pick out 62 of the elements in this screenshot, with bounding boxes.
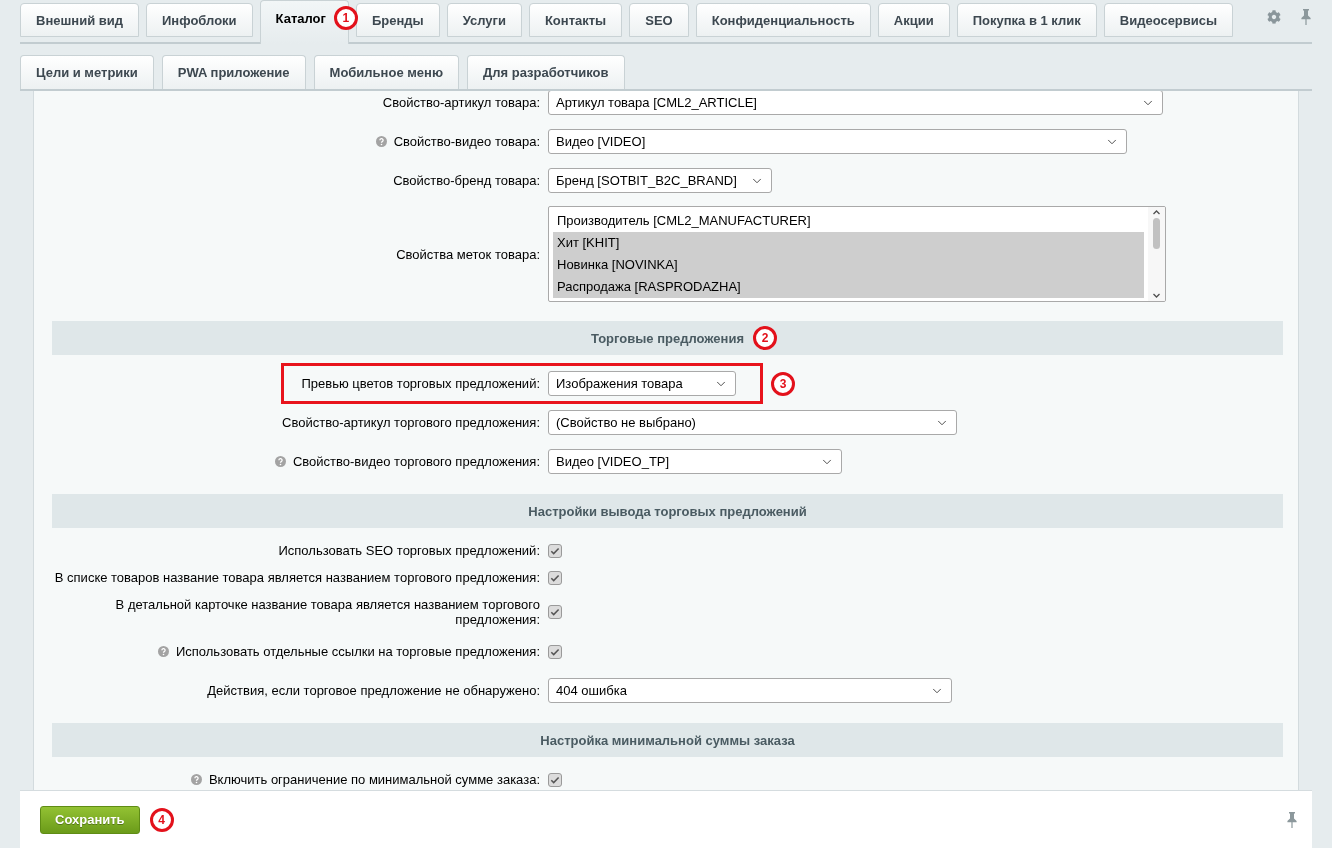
scrollbar[interactable] <box>1148 207 1165 301</box>
annotation-marker: 3 <box>771 371 795 396</box>
checkmark-icon <box>550 646 560 657</box>
settings-icon[interactable] <box>1267 10 1281 24</box>
checkbox[interactable] <box>548 644 562 659</box>
tab[interactable]: Конфиденциальность <box>695 3 871 37</box>
tab[interactable]: Цели и метрики <box>20 55 154 89</box>
checkmark-icon <box>550 774 560 785</box>
dropdown[interactable]: Бренд [SOTBIT_B2C_BRAND] <box>548 168 772 193</box>
tab[interactable]: Контакты <box>528 3 623 37</box>
checkbox[interactable] <box>548 605 562 619</box>
tab[interactable]: Услуги <box>446 3 522 37</box>
field-label: Включить ограничение по минимальной сумме заказа: <box>208 772 540 787</box>
field-label: Использовать отдельные ссылки на торговые предложения: <box>175 644 540 659</box>
list-option[interactable]: Новинка [NOVINKA] <box>553 254 1144 276</box>
tab[interactable]: Акции <box>877 3 950 37</box>
tab[interactable]: Мобильное меню <box>313 55 460 89</box>
checkmark-icon <box>550 607 560 617</box>
tab[interactable]: Бренды <box>355 3 440 37</box>
help-icon[interactable] <box>375 136 387 147</box>
dropdown[interactable]: Видео [VIDEO] <box>548 129 1127 154</box>
dropdown[interactable]: 404 ошибка <box>548 678 952 703</box>
list-option[interactable]: Распродажа [RASPRODAZHA] <box>553 276 1144 298</box>
tab[interactable]: Для разработчиков <box>467 55 625 89</box>
tab[interactable]: Внешний вид <box>20 3 139 37</box>
annotation-marker: 2 <box>753 326 777 350</box>
help-icon[interactable] <box>274 456 286 467</box>
help-icon[interactable] <box>190 774 202 785</box>
checkbox[interactable] <box>548 772 562 787</box>
list-option[interactable]: Хит [KHIT] <box>553 232 1144 254</box>
checkbox[interactable] <box>548 543 562 558</box>
dropdown[interactable]: Изображения товара <box>548 371 736 396</box>
field-label: Превью цветов торговых предложений: <box>301 376 540 391</box>
tab[interactable]: Покупка в 1 клик <box>956 3 1097 37</box>
field-label: Свойства меток товара: <box>396 246 540 262</box>
tab[interactable]: Видеосервисы <box>1103 3 1234 37</box>
dropdown[interactable]: Видео [VIDEO_TP] <box>548 449 842 474</box>
tab[interactable]: PWA приложение <box>161 55 306 89</box>
section-title: Торговые предложения <box>591 330 744 346</box>
checkbox[interactable] <box>548 570 562 585</box>
annotation-marker: 4 <box>149 807 174 832</box>
field-label: Действия, если торговое предложение не обнаружено: <box>207 683 540 698</box>
checkmark-icon <box>550 572 560 583</box>
dropdown[interactable]: (Свойство не выбрано) <box>548 410 957 435</box>
field-label: Свойство-бренд товара: <box>393 173 540 188</box>
help-icon[interactable] <box>157 646 169 657</box>
pin-icon[interactable] <box>1300 9 1312 25</box>
tab[interactable]: SEO <box>629 3 689 37</box>
field-label: Свойство-видео товара: <box>393 134 540 149</box>
field-label: Свойство-артикул торгового предложения: <box>282 415 540 430</box>
field-label: Свойство-артикул товара: <box>382 95 540 110</box>
section-title: Настройки вывода торговых предложений <box>528 503 807 519</box>
checkmark-icon <box>550 545 560 556</box>
field-label: Свойство-видео торгового предложения: <box>292 454 540 469</box>
pin-icon[interactable] <box>1286 811 1298 828</box>
field-label: В детальной карточке название товара является названием торгового предложения: <box>115 597 540 627</box>
multi-select-list[interactable]: Производитель [CML2_MANUFACTURER] Хит [KHIT] Новинка [NOVINKA] Распродажа [RASPRODAZHA] <box>548 206 1166 302</box>
dropdown[interactable]: Артикул товара [CML2_ARTICLE] <box>548 91 1163 115</box>
field-label: Использовать SEO торговых предложений: <box>278 543 540 558</box>
field-label: В списке товаров название товара является названием торгового предложения: <box>54 570 540 585</box>
tab[interactable]: Инфоблоки <box>146 3 253 37</box>
section-title: Настройка минимальной суммы заказа <box>540 732 795 748</box>
